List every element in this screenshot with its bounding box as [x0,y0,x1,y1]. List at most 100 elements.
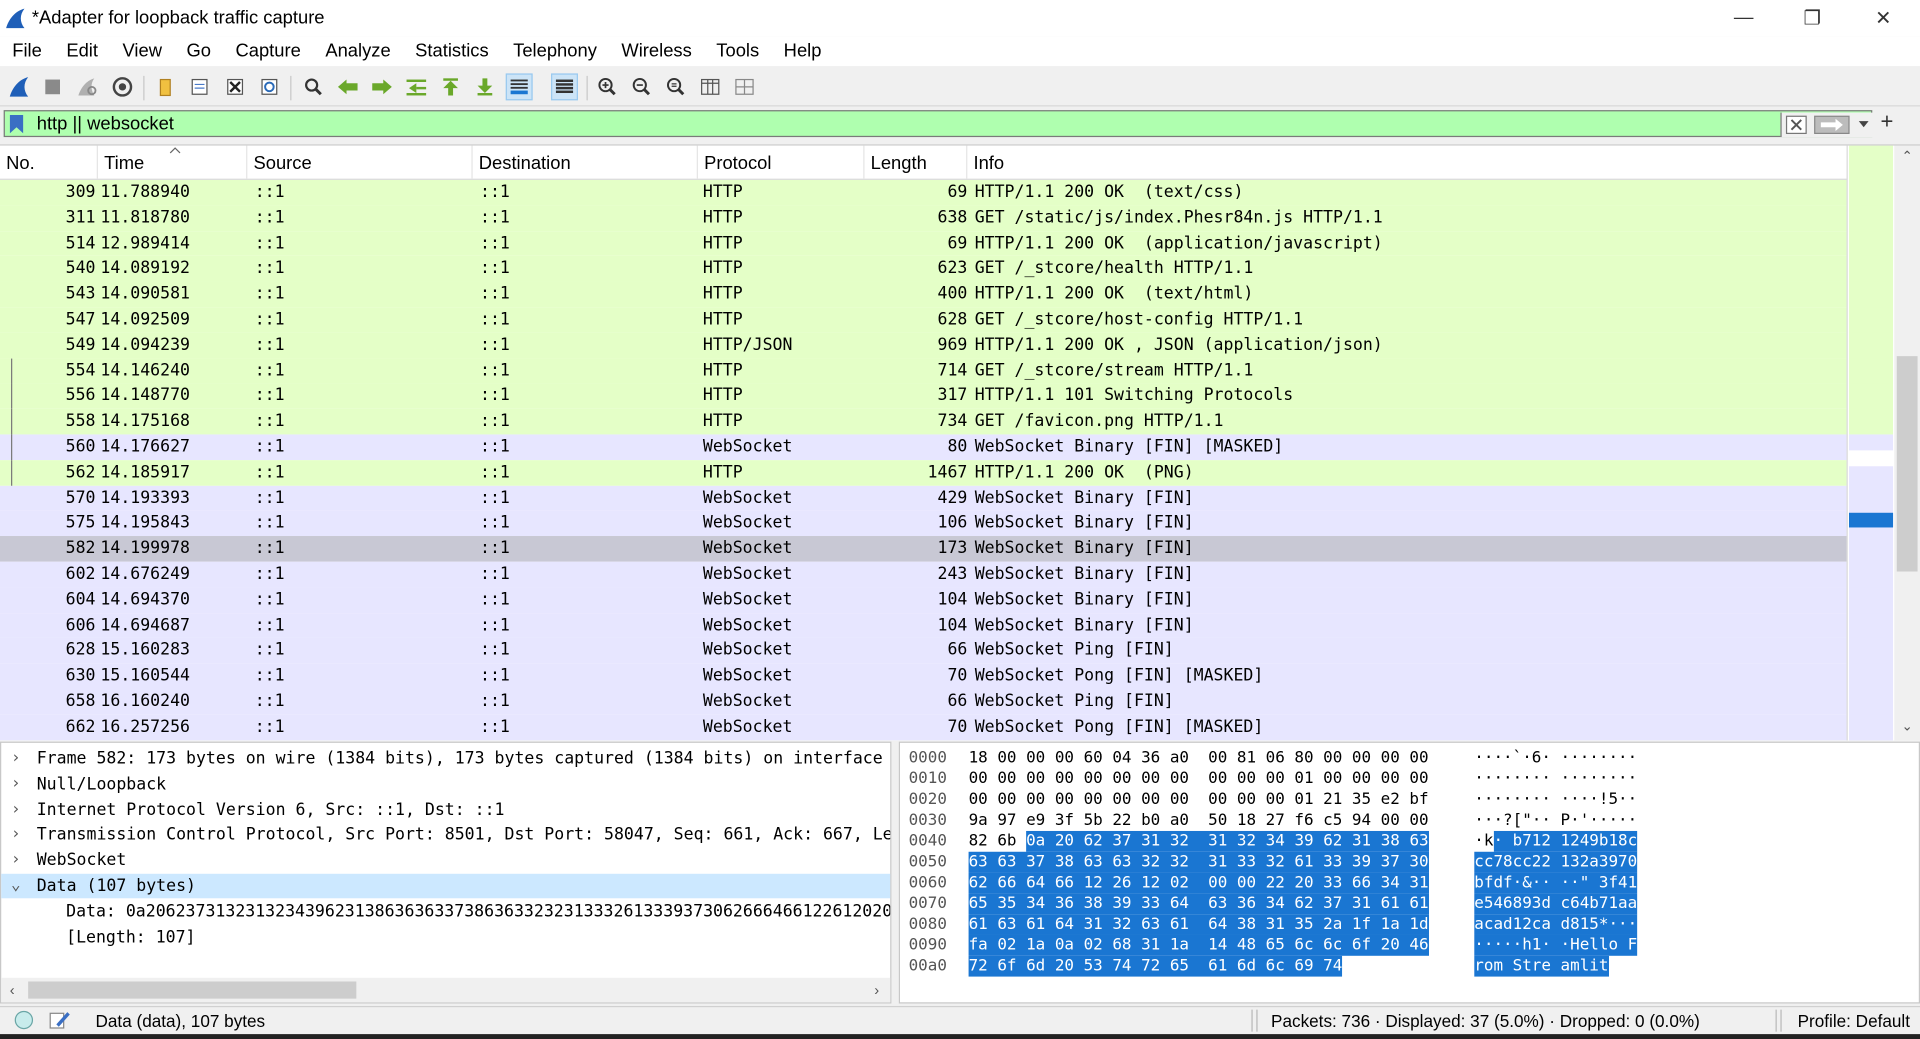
menu-tools[interactable]: Tools [704,37,771,66]
detail-tree-item[interactable]: [Length: 107] [1,925,890,949]
bookmark-icon[interactable] [9,115,24,134]
packet-row[interactable]: 543 14.090581::1::1 HTTP 400 HTTP/1.1 200 OK… [0,281,1847,308]
scroll-down-icon[interactable]: ⌄ [1894,716,1920,738]
hex-dump-row[interactable]: 0040 82 6b 0a 20 62 37 31 32 31 32 34 39 … [900,830,1919,852]
menu-file[interactable]: File [0,37,54,66]
scroll-right-icon[interactable]: › [866,978,888,1002]
restore-button[interactable]: ❐ [1778,0,1847,37]
detail-tree-item[interactable]: › WebSocket [1,848,890,872]
menu-analyze[interactable]: Analyze [313,37,403,66]
packet-row[interactable]: 582 14.199978::1::1 WebSocket 173 WebSocket … [0,536,1847,562]
hex-dump-row[interactable]: 0010 00 00 00 00 00 00 00 00 00 00 00 01 … [900,769,1919,790]
clear-filter-icon[interactable] [1785,115,1807,135]
hex-dump-row[interactable]: 0050 63 63 37 38 63 63 32 32 31 33 32 61 … [900,851,1919,873]
hex-dump-row[interactable]: 0090 fa 02 1a 0a 02 68 31 1a 14 48 65 6c … [900,934,1919,956]
back-arrow-icon[interactable] [334,73,361,100]
options-gear-icon[interactable] [109,73,136,100]
packet-row[interactable]: 311 11.818780::1::1 HTTP 638 GET /static/js/… [0,205,1847,231]
restart-icon[interactable] [73,73,100,100]
packet-row[interactable]: 556 14.148770::1::1 HTTP 317 HTTP/1.1 101 Sw… [0,383,1847,410]
packet-row[interactable]: 562 14.185917::1::1 HTTP 1467 HTTP/1.1 200 O… [0,459,1847,486]
forward-arrow-icon[interactable] [369,73,396,100]
expand-arrow-icon[interactable]: › [11,848,21,872]
detail-tree-item[interactable]: › Internet Protocol Version 6, Src: ::1, … [1,797,890,821]
minimize-button[interactable]: — [1709,0,1778,37]
menu-edit[interactable]: Edit [54,37,110,66]
packet-row[interactable]: 560 14.176627::1::1 WebSocket 80 WebSocket B… [0,434,1847,461]
find-icon[interactable] [300,73,327,100]
packet-row[interactable]: 547 14.092509::1::1 HTTP 628 GET /_stcore/ho… [0,307,1847,333]
hex-dump-row[interactable]: 0080 61 63 61 64 31 32 63 61 64 38 31 35 … [900,914,1919,935]
column-no[interactable]: No. [0,145,98,179]
detail-tree-item[interactable]: › Frame 582: 173 bytes on wire (1384 bits… [1,747,890,771]
column-destination[interactable]: Destination [473,145,698,179]
details-hscrollbar[interactable]: ‹ › [1,977,891,1003]
scroll-thumb[interactable] [1896,356,1918,572]
expand-arrow-icon[interactable]: › [11,823,21,847]
packet-row[interactable]: 604 14.694370::1::1 WebSocket 104 WebSocket … [0,587,1847,613]
menu-capture[interactable]: Capture [223,37,313,66]
packet-row[interactable]: 309 11.788940::1::1 HTTP 69 HTTP/1.1 200 OK … [0,179,1847,206]
detail-tree-item[interactable]: › Transmission Control Protocol, Src Port… [1,823,890,847]
resize-columns-icon[interactable] [697,73,724,100]
column-length[interactable]: Length [864,145,968,179]
packet-row[interactable]: 658 16.160240::1::1 WebSocket 66 WebSocket P… [0,688,1847,715]
column-protocol[interactable]: Protocol [698,145,865,179]
packet-row[interactable]: 540 14.089192::1::1 HTTP 623 GET /_stcore/he… [0,256,1847,282]
menu-statistics[interactable]: Statistics [403,37,501,66]
save-icon[interactable] [186,73,213,100]
detail-tree-item[interactable]: Data: 0a20623731323132343962313863636337… [1,899,890,923]
expand-arrow-icon[interactable]: › [11,797,21,821]
capture-comment-icon[interactable] [49,1010,71,1031]
scroll-up-icon[interactable]: ⌃ [1894,146,1920,168]
packet-row[interactable]: 570 14.193393::1::1 WebSocket 429 WebSocket … [0,485,1847,511]
zoom-in-icon[interactable] [594,73,621,100]
expand-arrow-icon[interactable]: › [11,772,21,796]
hex-dump-row[interactable]: 00a0 72 6f 6d 20 53 74 72 65 61 6d 6c 69 … [900,955,1919,977]
last-packet-icon[interactable] [471,73,498,100]
first-packet-icon[interactable] [437,73,464,100]
menu-telephony[interactable]: Telephony [501,37,609,66]
packet-minimap[interactable] [1846,145,1895,741]
apply-filter-icon[interactable] [1813,115,1850,135]
status-profile[interactable]: Profile: Default [1798,1011,1910,1032]
menu-go[interactable]: Go [174,37,223,66]
zoom-out-icon[interactable] [628,73,655,100]
add-filter-button[interactable]: + [1876,109,1898,135]
column-info[interactable]: Info [967,146,1846,179]
shark-fin-start-icon[interactable] [6,73,33,100]
menu-wireless[interactable]: Wireless [609,37,704,66]
open-folder-icon[interactable] [152,73,179,100]
close-window-button[interactable]: ✕ [1849,0,1918,37]
detail-tree-item[interactable]: › Null/Loopback [1,772,890,796]
expand-arrow-icon[interactable]: › [11,747,21,771]
autoscroll-icon[interactable] [505,73,533,101]
collapse-arrow-icon[interactable]: ⌄ [11,874,21,898]
menu-view[interactable]: View [110,37,174,66]
packet-row[interactable]: 662 16.257256::1::1 WebSocket 70 WebSocket P… [0,714,1847,740]
stop-icon[interactable] [39,73,66,100]
reload-icon[interactable] [256,73,283,100]
colorize-icon[interactable] [551,73,578,101]
packet-list-scrollbar[interactable]: ⌃ ⌄ [1894,145,1920,741]
hex-dump-row[interactable]: 0060 62 66 64 66 12 26 12 02 00 00 22 20 … [900,872,1919,894]
expert-info-icon[interactable] [14,1010,34,1030]
packet-row[interactable]: 602 14.676249::1::1 WebSocket 243 WebSocket … [0,561,1847,588]
menu-help[interactable]: Help [771,37,833,66]
detail-tree-item[interactable]: ⌄ Data (107 bytes) [1,873,891,899]
hex-dump-row[interactable]: 0000 18 00 00 00 60 04 36 a0 00 81 06 80 … [900,748,1919,769]
scroll-left-icon[interactable]: ‹ [1,978,23,1002]
goto-packet-icon[interactable] [403,73,430,100]
packet-row[interactable]: 554 14.146240::1::1 HTTP 714 GET /_stcore/st… [0,358,1847,384]
hex-dump-row[interactable]: 0020 00 00 00 00 00 00 00 00 00 00 00 01 … [900,789,1919,810]
packet-row[interactable]: 549 14.094239::1::1 HTTP/JSON 969 HTTP/1.1 2… [0,332,1847,359]
packet-row[interactable]: 575 14.195843::1::1 WebSocket 106 WebSocket … [0,510,1847,537]
hex-dump-row[interactable]: 0030 9a 97 e9 3f 5b 22 b0 a0 50 18 27 f6 … [900,810,1919,831]
chevron-down-icon[interactable] [1858,120,1870,130]
packet-row[interactable]: 514 12.989414::1::1 HTTP 69 HTTP/1.1 200 OK … [0,230,1847,257]
packet-row[interactable]: 630 15.160544::1::1 WebSocket 70 WebSocket P… [0,663,1847,689]
hex-dump-row[interactable]: 0070 65 35 34 36 38 39 33 64 63 36 34 62 … [900,893,1919,915]
column-source[interactable]: Source [247,145,473,179]
display-filter-input[interactable]: http || websocket [3,110,1878,138]
hscroll-thumb[interactable] [28,981,357,999]
